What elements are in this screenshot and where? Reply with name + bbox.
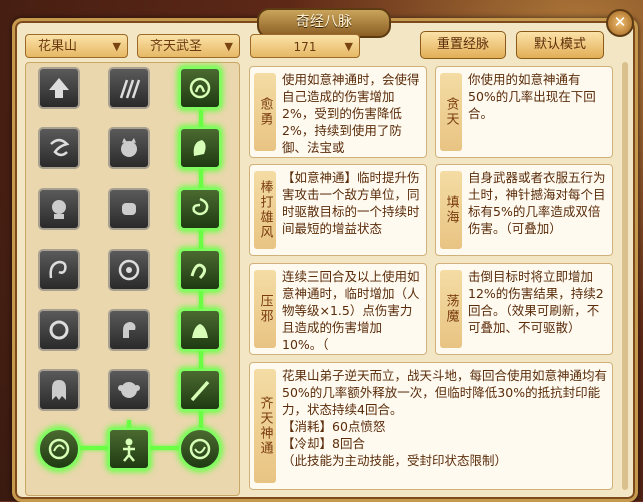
meridian-node[interactable] [38, 369, 80, 411]
twin-flame-icon [189, 77, 211, 99]
warrior-icon [123, 438, 135, 462]
meridian-node[interactable] [38, 188, 80, 230]
meridian-node[interactable] [108, 369, 150, 411]
skill-desc: 花果山弟子逆天而立，战天斗地，每回合使用如意神通均有50%的几率额外释放一次，但… [282, 368, 608, 468]
chevron-down-icon: ▼ [344, 40, 353, 53]
meridian-node[interactable] [38, 67, 80, 109]
scrollbar[interactable] [622, 62, 628, 490]
skill-name: 荡魔 [440, 270, 462, 348]
orb-left-icon [48, 438, 70, 460]
meridian-node[interactable] [38, 127, 80, 169]
school-dropdown-value: 花果山 [38, 39, 78, 54]
points-value: 171 [293, 40, 317, 54]
skill-name: 贪天 [440, 73, 462, 151]
meridian-node-active[interactable] [179, 67, 221, 109]
skill-name: 齐天神通 [254, 369, 276, 483]
orb-right-icon [189, 438, 211, 460]
spiral-icon [118, 259, 140, 281]
meridian-node[interactable] [108, 188, 150, 230]
skill-name: 愈勇 [254, 73, 276, 151]
meridian-node-active[interactable] [108, 428, 150, 470]
skill-desc: 击倒目标时将立即增加12%的伤害结果，持续2回合。（效果可刷新，不可叠加、不可驱… [468, 269, 604, 335]
fist-icon [122, 203, 136, 215]
horn-icon [193, 140, 206, 156]
default-mode-button[interactable]: 默认模式 [516, 31, 604, 59]
meridian-node[interactable] [38, 309, 80, 351]
meridian-node[interactable] [38, 249, 80, 291]
skill-card-ultimate[interactable]: 齐天神通 花果山弟子逆天而立，战天斗地，每回合使用如意神通均有50%的几率额外释… [249, 362, 613, 490]
chevron-down-icon: ▼ [112, 40, 121, 53]
skill-card[interactable]: 贪天 你使用的如意神通有50%的几率出现在下回合。 [435, 66, 613, 158]
skill-card[interactable]: 填海 自身武器或者衣服五行为土时，神针撼海对每个目标有5%的几率造成双倍伤害。（… [435, 164, 613, 256]
vortex-icon [192, 197, 209, 216]
claw-icon [119, 79, 141, 99]
skill-desc: 【如意神通】临时提升伤害攻击一个敌方单位，同时驱散目标的一个持续时间最短的增益状… [282, 170, 420, 236]
skill-card[interactable]: 荡魔 击倒目标时将立即增加12%的伤害结果，持续2回合。（效果可刷新，不可叠加、… [435, 263, 613, 355]
skill-name: 棒打雄风 [254, 171, 276, 249]
school-dropdown[interactable]: 花果山 ▼ [25, 34, 128, 58]
horn-curl-icon [49, 260, 67, 279]
meridian-node[interactable] [108, 309, 150, 351]
skill-desc: 使用如意神通时，会使得自己造成的伤害增加2%，受到的伤害降低2%，持续到使用了防… [282, 72, 420, 155]
wind-swirl-icon [50, 138, 70, 157]
meridian-node[interactable] [108, 127, 150, 169]
reset-meridian-button[interactable]: 重置经脉 [420, 31, 506, 59]
serpent-icon [190, 263, 207, 280]
skill-desc: 自身武器或者衣服五行为土时，神针撼海对每个目标有5%的几率造成双倍伤害。（可叠加… [468, 170, 606, 236]
points-counter: 171 ▼ [250, 34, 360, 58]
cat-face-icon [121, 138, 137, 157]
skill-desc: 连续三回合及以上使用如意神通时，临时增加（人物等级×1.5）点伤害力且造成的伤害… [282, 269, 420, 352]
meridian-node-active[interactable] [179, 428, 221, 470]
ring-icon [49, 320, 69, 340]
skill-card[interactable]: 棒打雄风 【如意神通】临时提升伤害攻击一个敌方单位，同时驱散目标的一个持续时间最… [249, 164, 427, 256]
meridian-node-active[interactable] [179, 188, 221, 230]
skill-card[interactable]: 压邪 连续三回合及以上使用如意神通时，临时增加（人物等级×1.5）点伤害力且造成… [249, 263, 427, 355]
staff-icon [190, 380, 210, 402]
meridian-node-active[interactable] [179, 309, 221, 351]
meridian-node-active[interactable] [179, 369, 221, 411]
ghost-icon [52, 380, 66, 400]
path-dropdown[interactable]: 齐天武圣 ▼ [137, 34, 240, 58]
skill-card[interactable]: 愈勇 使用如意神通时，会使得自己造成的伤害增加2%，受到的伤害降低2%，持续到使… [249, 66, 427, 158]
meridian-node-active[interactable] [179, 127, 221, 169]
skill-desc: 你使用的如意神通有50%的几率出现在下回合。 [468, 72, 596, 121]
path-dropdown-value: 齐天武圣 [150, 39, 203, 54]
beast-icon [192, 324, 208, 338]
skill-name: 压邪 [254, 270, 276, 348]
chevron-down-icon: ▼ [224, 40, 233, 53]
meridian-node[interactable] [108, 249, 150, 291]
meridian-node[interactable] [108, 67, 150, 109]
skill-name: 填海 [440, 171, 462, 249]
arrow-up-icon [49, 78, 69, 98]
muscle-arm-icon [123, 322, 136, 338]
monkey-icon [118, 382, 140, 398]
head-gear-icon [52, 200, 66, 219]
meridian-node-active[interactable] [38, 428, 80, 470]
close-button[interactable]: ✕ [606, 9, 634, 37]
meridian-node-active[interactable] [179, 249, 221, 291]
